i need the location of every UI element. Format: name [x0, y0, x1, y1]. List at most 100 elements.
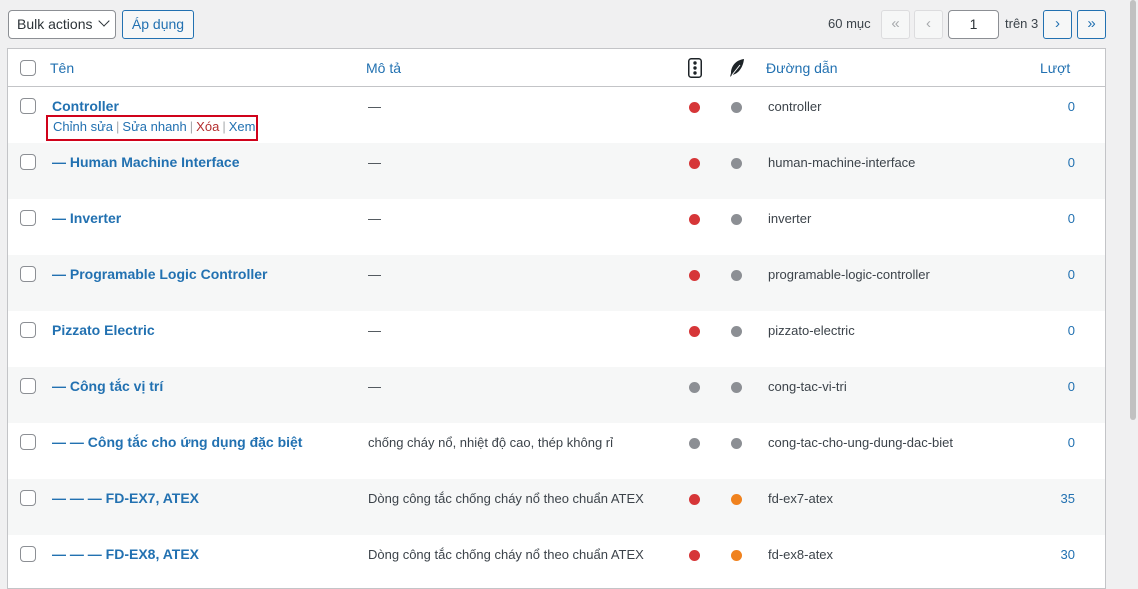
next-page-button[interactable]: › — [1043, 10, 1072, 39]
seo-status-dot — [689, 102, 700, 113]
table-row: — — Công tắc cho ứng dụng đặc biệt chống … — [8, 423, 1105, 479]
category-count-link[interactable]: 0 — [1068, 435, 1075, 450]
item-count: 60 mục — [828, 16, 871, 31]
category-name-link[interactable]: — Programable Logic Controller — [52, 266, 267, 282]
table-row: Pizzato Electric — pizzato-electric 0 — [8, 311, 1105, 367]
bulk-actions-select[interactable]: Bulk actions — [8, 10, 116, 39]
action-separator: | — [222, 119, 226, 134]
category-description: — — [368, 99, 381, 114]
category-name-link[interactable]: — Inverter — [52, 210, 121, 226]
category-name-link[interactable]: Pizzato Electric — [52, 322, 155, 338]
seo-status-dot — [689, 382, 700, 393]
category-name-link[interactable]: Controller — [52, 98, 119, 114]
readability-status-dot — [731, 382, 742, 393]
seo-status-dot — [689, 158, 700, 169]
category-description: — — [368, 323, 381, 338]
category-description: — — [368, 211, 381, 226]
row-checkbox[interactable] — [20, 210, 36, 226]
row-checkbox[interactable] — [20, 154, 36, 170]
category-slug: cong-tac-vi-tri — [768, 379, 847, 394]
readability-status-dot — [731, 158, 742, 169]
seo-status-dot — [689, 550, 700, 561]
category-description: chống cháy nổ, nhiệt độ cao, thép không … — [368, 435, 614, 450]
seo-status-dot — [689, 326, 700, 337]
table-row: — — — FD-EX7, ATEX Dòng công tắc chống ch… — [8, 479, 1105, 535]
scrollbar[interactable] — [1128, 0, 1138, 589]
delete-link[interactable]: Xóa — [196, 119, 219, 134]
quick-edit-link[interactable]: Sửa nhanh — [122, 119, 186, 134]
last-page-button[interactable]: » — [1077, 10, 1106, 39]
row-checkbox[interactable] — [20, 490, 36, 506]
action-separator: | — [189, 119, 194, 134]
scrollbar-thumb[interactable] — [1130, 0, 1136, 420]
categories-table: Tên Mô tả Đường dẫn Lượt Controller Chỉnh… — [7, 48, 1106, 589]
total-pages: trên 3 — [1005, 16, 1039, 31]
row-checkbox[interactable] — [20, 322, 36, 338]
traffic-light-icon — [688, 58, 702, 81]
row-checkbox[interactable] — [20, 378, 36, 394]
category-slug: fd-ex7-atex — [768, 491, 834, 506]
row-checkbox[interactable] — [20, 98, 36, 114]
category-description: — — [368, 155, 381, 170]
column-count-header[interactable]: Lượt — [1040, 60, 1070, 76]
category-name-link[interactable]: — — — FD-EX8, ATEX — [52, 546, 199, 562]
column-description-header[interactable]: Mô tả — [366, 60, 401, 76]
row-checkbox[interactable] — [20, 266, 36, 282]
category-description: Dòng công tắc chống cháy nổ theo chuẩn A… — [368, 491, 644, 506]
table-row: — Công tắc vị trí — cong-tac-vi-tri 0 — [8, 367, 1105, 423]
category-slug: fd-ex8-atex — [768, 547, 834, 562]
row-checkbox[interactable] — [20, 434, 36, 450]
bulk-actions-label: Bulk actions — [17, 16, 93, 32]
apply-button[interactable]: Áp dụng — [122, 10, 194, 39]
seo-status-dot — [689, 438, 700, 449]
readability-status-dot — [731, 550, 742, 561]
column-slug-header[interactable]: Đường dẫn — [766, 60, 837, 76]
category-slug: human-machine-interface — [768, 155, 916, 170]
category-slug: programable-logic-controller — [768, 267, 930, 282]
readability-status-dot — [731, 102, 742, 113]
seo-status-dot — [689, 214, 700, 225]
category-count-link[interactable]: 0 — [1068, 99, 1075, 114]
row-actions: Chỉnh sửa | Sửa nhanh | Xóa | Xem — [46, 115, 258, 141]
category-name-link[interactable]: — — — FD-EX7, ATEX — [52, 490, 199, 506]
category-count-link[interactable]: 0 — [1068, 211, 1075, 226]
action-separator: | — [116, 119, 120, 134]
category-count-link[interactable]: 0 — [1068, 379, 1075, 394]
readability-status-dot — [731, 326, 742, 337]
feather-icon — [728, 58, 746, 81]
category-description: — — [368, 379, 381, 394]
seo-status-dot — [689, 494, 700, 505]
table-row: — — — FD-EX8, ATEX Dòng công tắc chống ch… — [8, 535, 1105, 588]
category-slug: cong-tac-cho-ung-dung-dac-biet — [768, 435, 953, 450]
chevron-down-icon — [98, 15, 110, 27]
view-link[interactable]: Xem — [229, 119, 256, 134]
column-name-header[interactable]: Tên — [50, 60, 74, 76]
category-name-link[interactable]: — — Công tắc cho ứng dụng đặc biệt — [52, 434, 302, 450]
category-name-link[interactable]: — Human Machine Interface — [52, 154, 240, 170]
row-checkbox[interactable] — [20, 546, 36, 562]
table-row: — Human Machine Interface — human-machine-… — [8, 143, 1105, 199]
select-all-checkbox[interactable] — [20, 60, 36, 76]
readability-status-dot — [731, 270, 742, 281]
category-count-link[interactable]: 35 — [1061, 491, 1075, 506]
table-header: Tên Mô tả Đường dẫn Lượt — [8, 49, 1105, 87]
category-slug: pizzato-electric — [768, 323, 855, 338]
first-page-button[interactable]: « — [881, 10, 910, 39]
edit-link[interactable]: Chỉnh sửa — [53, 119, 113, 134]
readability-status-dot — [731, 438, 742, 449]
current-page-input[interactable]: 1 — [948, 10, 999, 39]
table-row: Controller Chỉnh sửa | Sửa nhanh | Xóa | Xem — co… — [8, 87, 1105, 143]
readability-status-dot — [731, 214, 742, 225]
category-count-link[interactable]: 0 — [1068, 155, 1075, 170]
table-row: — Inverter — inverter 0 — [8, 199, 1105, 255]
category-description: — — [368, 267, 381, 282]
category-count-link[interactable]: 0 — [1068, 267, 1075, 282]
category-slug: inverter — [768, 211, 812, 226]
prev-page-button[interactable]: ‹ — [914, 10, 943, 39]
category-count-link[interactable]: 30 — [1061, 547, 1075, 562]
category-slug: controller — [768, 99, 822, 114]
category-count-link[interactable]: 0 — [1068, 323, 1075, 338]
category-name-link[interactable]: — Công tắc vị trí — [52, 378, 163, 394]
category-description: Dòng công tắc chống cháy nổ theo chuẩn A… — [368, 547, 644, 562]
readability-status-dot — [731, 494, 742, 505]
